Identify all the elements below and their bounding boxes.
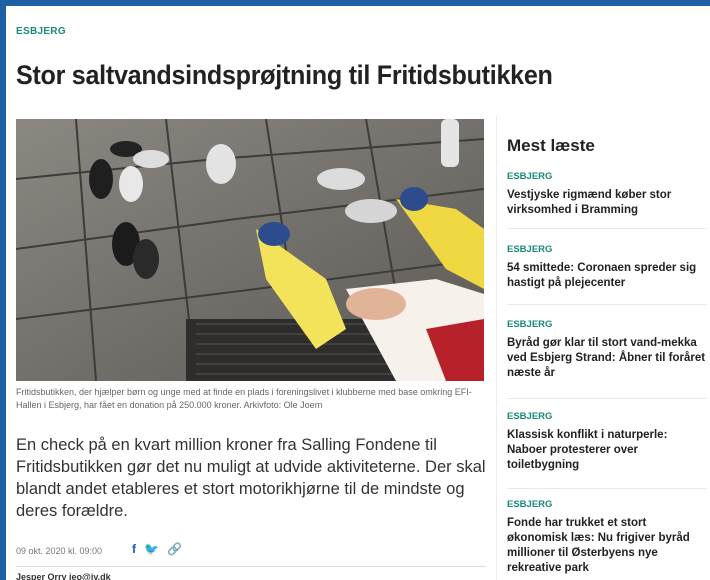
item-title[interactable]: Klassisk konflikt i naturperle: Naboer p… (507, 428, 707, 473)
most-read-item[interactable]: ESBJERG Klassisk konflikt i naturperle: … (507, 411, 707, 481)
article-lead: En check på en kvart million kroner fra … (16, 436, 486, 520)
twitter-icon[interactable]: 🐦 (144, 542, 159, 556)
most-read-sidebar: Mest læste ESBJERG Vestjyske rigmænd køb… (496, 116, 710, 580)
item-section-tag[interactable]: ESBJERG (507, 244, 707, 255)
most-read-title: Mest læste (507, 136, 595, 155)
item-divider (507, 488, 707, 489)
author[interactable]: Jesper Orry jeo@jv.dk (16, 572, 111, 580)
most-read-item[interactable]: ESBJERG 54 smittede: Coronaen spreder si… (507, 244, 707, 299)
item-section-tag[interactable]: ESBJERG (507, 499, 707, 510)
share-bar: f 🐦 🔗 (132, 542, 182, 556)
item-divider (507, 304, 707, 305)
item-title[interactable]: 54 smittede: Coronaen spreder sig hastig… (507, 261, 707, 291)
hero-photo (16, 119, 484, 381)
most-read-item[interactable]: ESBJERG Byråd gør klar til stort vand-me… (507, 319, 707, 389)
divider (16, 566, 486, 567)
item-title[interactable]: Vestjyske rigmænd køber stor virksomhed … (507, 188, 707, 218)
item-section-tag[interactable]: ESBJERG (507, 411, 707, 422)
headline: Stor saltvandsindsprøjtning til Fritidsb… (16, 60, 553, 90)
byline-row: 09 okt. 2020 kl. 09:00 f 🐦 🔗 (16, 542, 486, 562)
section-tag[interactable]: ESBJERG (16, 26, 66, 37)
item-title[interactable]: Byråd gør klar til stort vand-mekka ved … (507, 336, 707, 381)
item-divider (507, 398, 707, 399)
item-divider (507, 228, 707, 229)
hero-image (16, 119, 484, 381)
item-title[interactable]: Fonde har trukket et stort økonomisk læs… (507, 516, 707, 576)
item-section-tag[interactable]: ESBJERG (507, 171, 707, 182)
link-icon[interactable]: 🔗 (167, 542, 182, 556)
facebook-icon[interactable]: f (132, 542, 136, 556)
item-section-tag[interactable]: ESBJERG (507, 319, 707, 330)
most-read-item[interactable]: ESBJERG Fonde har trukket et stort økono… (507, 499, 707, 580)
article-page: ESBJERG Stor saltvandsindsprøjtning til … (6, 6, 710, 580)
publish-date: 09 okt. 2020 kl. 09:00 (16, 546, 103, 556)
image-caption: Fritidsbutikken, der hjælper børn og ung… (16, 387, 472, 410)
most-read-item[interactable]: ESBJERG Vestjyske rigmænd køber stor vir… (507, 171, 707, 226)
